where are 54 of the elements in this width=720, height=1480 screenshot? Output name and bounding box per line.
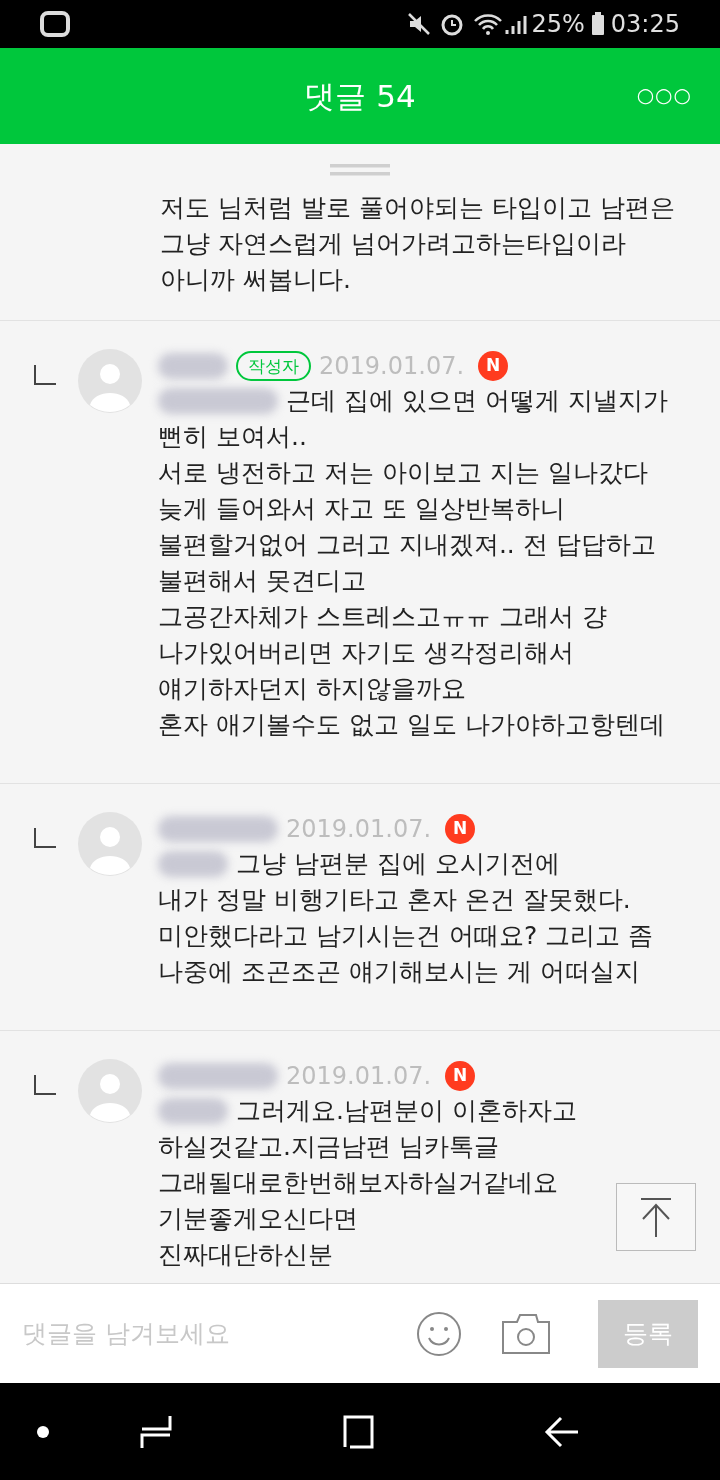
comment-text-line: 저도 님처럼 발로 풀어야되는 타입이고 남편은 bbox=[160, 192, 676, 225]
comment-text-line: 미안했다라고 남기시는건 어때요? 그리고 좀 bbox=[158, 920, 654, 953]
reply-indent-icon bbox=[34, 1075, 56, 1095]
comment-text-line: 근데 집에 있으면 어떻게 지낼지가 bbox=[286, 385, 668, 418]
scroll-to-top-button[interactable] bbox=[616, 1183, 696, 1251]
new-badge: N bbox=[478, 351, 509, 381]
comment-text-line: 혼자 애기볼수도 없고 일도 나가야하고항텐데 bbox=[158, 709, 665, 742]
battery-icon bbox=[590, 12, 605, 36]
wifi-icon bbox=[473, 12, 504, 36]
comment-text-line: 불편할거없어 그러고 지내겠져.. 전 답답하고 bbox=[158, 529, 656, 562]
new-badge: N bbox=[445, 1061, 476, 1091]
comment-text-line: 서로 냉전하고 저는 아이보고 지는 일나갔다 bbox=[158, 457, 648, 490]
reply-indent-icon bbox=[34, 828, 56, 848]
comment-text-line: 그냥 남편분 집에 오시기전에 bbox=[236, 848, 560, 881]
battery-percent: 25% bbox=[531, 9, 585, 40]
blurred-name bbox=[158, 851, 228, 877]
comment-text-line: 하실것같고.지금남편 님카톡글 bbox=[158, 1131, 499, 1164]
comment-text-line: 아니까 써봅니다. bbox=[160, 264, 352, 297]
comment-text-line: 늦게 들어와서 자고 또 일상반복하니 bbox=[158, 493, 565, 526]
comment-text-line: 그공간자체가 스트레스고ㅠㅠ 그래서 걍 bbox=[158, 601, 607, 634]
arrow-up-icon bbox=[639, 1197, 673, 1237]
clock: 03:25 bbox=[610, 9, 680, 40]
dot-icon[interactable] bbox=[36, 1424, 50, 1439]
comment-date: 2019.01.07. bbox=[286, 1061, 432, 1092]
author-badge: 작성자 bbox=[236, 351, 311, 381]
comment-text-line: 나중에 조곤조곤 얘기해보시는 게 어떠실지 bbox=[158, 956, 640, 989]
new-badge: N bbox=[445, 814, 476, 844]
mute-icon bbox=[407, 12, 432, 36]
reply-indent-icon bbox=[34, 365, 56, 385]
comment-text-line: 얘기하자던지 하지않을까요 bbox=[158, 673, 466, 706]
comment-text-line: 진짜대단하신분 bbox=[158, 1239, 333, 1272]
avatar-icon bbox=[78, 1059, 142, 1123]
comment-date: 2019.01.07. bbox=[319, 351, 465, 382]
comment-text-line: 그냥 자연스럽게 넘어가려고하는타입이라 bbox=[160, 228, 627, 261]
recent-apps-icon[interactable] bbox=[140, 1414, 172, 1449]
back-icon[interactable] bbox=[544, 1414, 578, 1449]
drag-handle-icon[interactable] bbox=[330, 164, 390, 176]
emoji-icon[interactable] bbox=[416, 1310, 462, 1357]
comment-date: 2019.01.07. bbox=[286, 814, 432, 845]
comment-text-line: 기분좋게오신다면 bbox=[158, 1203, 358, 1236]
blurred-name bbox=[158, 1098, 228, 1124]
avatar-icon bbox=[78, 812, 142, 876]
page-title: 댓글 54 bbox=[304, 76, 416, 116]
comment-text-line: 그래될대로한번해보자하실거같네요 bbox=[158, 1167, 558, 1200]
camera-icon[interactable] bbox=[502, 1313, 550, 1354]
comment-text-line: 나가있어버리면 자기도 생각정리해서 bbox=[158, 637, 574, 670]
comment-text-line: 내가 정말 비행기타고 혼자 온건 잘못했다. bbox=[158, 884, 631, 917]
comment-text-line: 그러게요.남편분이 이혼하자고 bbox=[236, 1095, 577, 1128]
blurred-name bbox=[158, 353, 228, 379]
comment-text-line: 뻔히 보여서.. bbox=[158, 421, 307, 454]
comment-text-line: 불편해서 못견디고 bbox=[158, 565, 366, 598]
avatar-icon bbox=[78, 349, 142, 413]
more-button[interactable]: ○○○ bbox=[636, 80, 692, 110]
carrier-logo-icon bbox=[40, 11, 70, 37]
